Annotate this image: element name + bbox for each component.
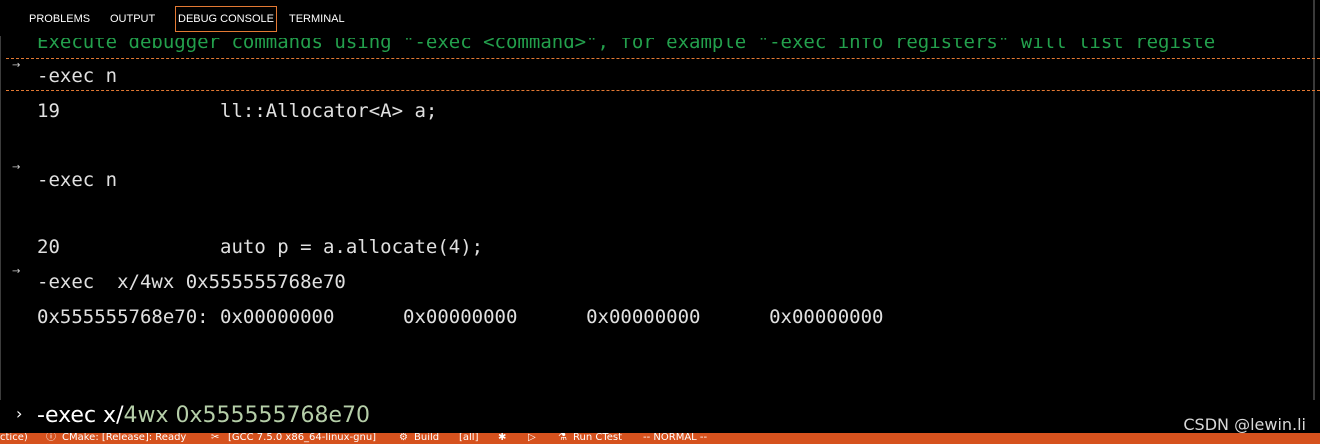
console-line: 0x555555768e70: 0x00000000 0x00000000 0x… [37,306,884,328]
gutter-divider [0,36,1,400]
tab-problems[interactable]: PROBLEMS [29,7,90,31]
focused-output-line [6,58,1320,91]
status-vim-mode: -- NORMAL -- [643,433,708,443]
build-icon: ⚙ [399,433,408,443]
tab-debug-console[interactable]: DEBUG CONSOLE [175,6,277,32]
expand-arrow-icon[interactable]: → [12,266,20,277]
status-target[interactable]: [all] [459,433,479,444]
tab-output[interactable]: OUTPUT [110,7,155,31]
debug-console-input[interactable]: › -exec x/4wx 0x555555768e70 [0,400,1320,433]
console-line: 20 auto p = a.allocate(4); [37,236,484,258]
console-input-field[interactable]: -exec x/4wx 0x555555768e70 [37,402,370,430]
info-icon: ⓘ [46,433,56,443]
input-argument: 4wx 0x555555768e70 [123,403,371,428]
expand-arrow-icon[interactable]: → [12,162,20,173]
console-line: -exec n [37,65,118,87]
console-line: -exec n [37,169,118,191]
console-line: -exec x/4wx 0x555555768e70 [37,271,346,293]
input-command: -exec x/ [37,403,124,428]
expand-arrow-icon[interactable]: → [12,60,20,71]
panel-tab-bar: PROBLEMS OUTPUT DEBUG CONSOLE TERMINAL [0,0,1320,36]
ctest-icon: ⚗ [558,433,567,443]
status-build-button[interactable]: Build [414,433,439,444]
debug-icon[interactable]: ✱ [498,433,506,444]
status-run-ctest[interactable]: Run CTest [573,433,622,444]
chevron-right-icon: › [16,404,23,423]
status-cmake[interactable]: CMake: [Release]: Ready [62,433,186,444]
kit-icon: ✂ [211,433,220,443]
status-kit[interactable]: [GCC 7.5.0 x86_64-linux-gnu] [228,433,376,444]
status-fragment: ctice) [0,433,28,443]
console-line: 19 ll::Allocator<A> a; [37,100,438,122]
run-icon[interactable]: ▷ [528,433,536,444]
watermark: CSDN @lewin.li [1183,415,1306,434]
status-bar: ctice) ⓘ CMake: [Release]: Ready ✂ [GCC … [0,433,1320,444]
tab-terminal[interactable]: TERMINAL [289,7,345,31]
